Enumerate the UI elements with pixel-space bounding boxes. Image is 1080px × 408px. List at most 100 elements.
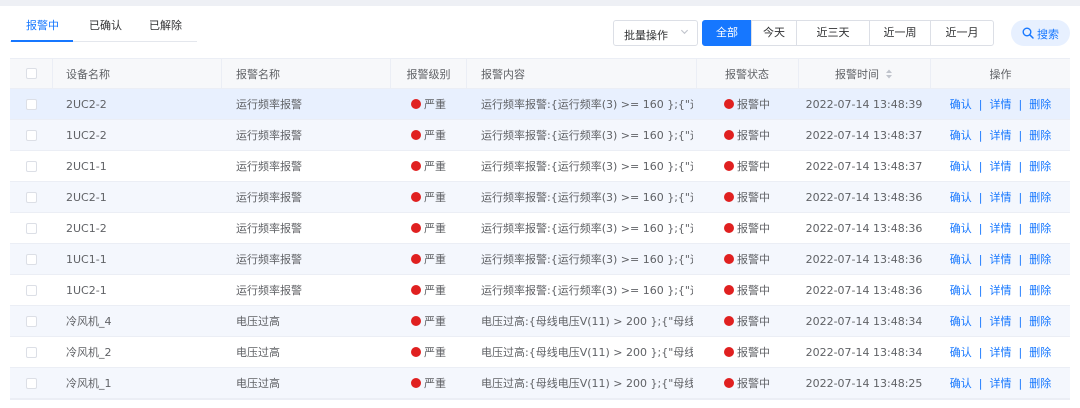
confirm-link[interactable]: 确认 [950,375,972,391]
delete-link[interactable]: 删除 [1029,220,1051,236]
table-row[interactable]: 冷风机_1 电压过高 严重 电压过高:{母线电压V(11) > 200 };{"… [10,368,1070,399]
delete-link[interactable]: 删除 [1029,96,1051,112]
action-separator: | [1018,159,1023,173]
device-name: 1UC1-1 [66,252,107,266]
detail-link[interactable]: 详情 [990,251,1012,267]
delete-link[interactable]: 删除 [1029,189,1051,205]
confirm-link[interactable]: 确认 [950,282,972,298]
device-name: 2UC2-1 [66,190,107,204]
tab-alarming[interactable]: 报警中 [26,17,59,33]
delete-link[interactable]: 删除 [1029,375,1051,391]
detail-link[interactable]: 详情 [990,96,1012,112]
action-separator: | [978,190,983,204]
sort-icon[interactable] [885,69,893,79]
row-checkbox[interactable] [26,377,37,389]
alarm-content: 运行频率报警:{运行频率(3) >= 160 };{"运... [481,222,693,235]
confirm-link[interactable]: 确认 [950,313,972,329]
table-row[interactable]: 1UC1-1 运行频率报警 严重 运行频率报警:{运行频率(3) >= 160 … [10,244,1070,275]
header-divider [221,59,222,89]
alarm-name: 电压过高 [236,377,280,390]
confirm-link[interactable]: 确认 [950,96,972,112]
tab-confirmed[interactable]: 已确认 [89,17,122,33]
alarm-level: 严重 [411,213,466,243]
delete-link[interactable]: 删除 [1029,282,1051,298]
red-dot-icon [411,285,421,295]
alarm-status-text: 报警中 [737,129,770,142]
row-checkbox[interactable] [26,98,37,110]
header-operations: 操作 [989,67,1012,81]
delete-link[interactable]: 删除 [1029,313,1051,329]
confirm-link[interactable]: 确认 [950,127,972,143]
device-name: 冷风机_1 [66,377,112,390]
alarm-status: 报警中 [697,275,797,305]
confirm-link[interactable]: 确认 [950,158,972,174]
delete-link[interactable]: 删除 [1029,251,1051,267]
table-row[interactable]: 1UC2-1 运行频率报警 严重 运行频率报警:{运行频率(3) >= 160 … [10,275,1070,306]
red-dot-icon [411,99,421,109]
action-separator: | [978,159,983,173]
alarm-status: 报警中 [697,244,797,274]
detail-link[interactable]: 详情 [990,127,1012,143]
search-label: 搜索 [1037,28,1059,41]
row-actions: 确认 | 详情 | 删除 [931,244,1070,274]
range-month-button[interactable]: 近一月 [930,20,994,46]
detail-link[interactable]: 详情 [990,282,1012,298]
range-all-button[interactable]: 全部 [702,20,752,46]
row-checkbox[interactable] [26,129,37,141]
confirm-link[interactable]: 确认 [950,220,972,236]
select-all-checkbox[interactable] [26,68,37,79]
row-actions: 确认 | 详情 | 删除 [931,213,1070,243]
action-separator: | [978,252,983,266]
delete-link[interactable]: 删除 [1029,158,1051,174]
detail-link[interactable]: 详情 [990,220,1012,236]
range-three-days-button[interactable]: 近三天 [796,20,870,46]
row-checkbox[interactable] [26,222,37,234]
red-dot-icon [411,378,421,388]
red-dot-icon [411,316,421,326]
detail-link[interactable]: 详情 [990,375,1012,391]
search-button[interactable]: 搜索 [1011,20,1070,46]
row-checkbox[interactable] [26,346,37,358]
alarm-content: 运行频率报警:{运行频率(3) >= 160 };{"运... [481,160,693,173]
range-today-button[interactable]: 今天 [751,20,797,46]
table-row[interactable]: 2UC2-1 运行频率报警 严重 运行频率报警:{运行频率(3) >= 160 … [10,182,1070,213]
confirm-link[interactable]: 确认 [950,189,972,205]
alarm-status-text: 报警中 [737,160,770,173]
detail-link[interactable]: 详情 [990,189,1012,205]
table-row[interactable]: 冷风机_2 电压过高 严重 电压过高:{母线电压V(11) > 200 };{"… [10,337,1070,368]
header-alarm-time-sortable[interactable]: 报警时间 [799,59,929,88]
detail-link[interactable]: 详情 [990,344,1012,360]
confirm-link[interactable]: 确认 [950,344,972,360]
delete-link[interactable]: 删除 [1029,344,1051,360]
row-checkbox[interactable] [26,253,37,265]
confirm-link[interactable]: 确认 [950,251,972,267]
row-select-cell [26,306,46,336]
batch-operation-dropdown[interactable]: 批量操作 [613,20,698,46]
row-checkbox[interactable] [26,191,37,203]
table-row[interactable]: 冷风机_4 电压过高 严重 电压过高:{母线电压V(11) > 200 };{"… [10,306,1070,337]
header-alarm-status: 报警状态 [725,67,769,81]
table-row[interactable]: 1UC2-2 运行频率报警 严重 运行频率报警:{运行频率(3) >= 160 … [10,120,1070,151]
header-alarm-time: 报警时间 [835,67,879,81]
row-actions: 确认 | 详情 | 删除 [931,306,1070,336]
alarm-content: 运行频率报警:{运行频率(3) >= 160 };{"运... [481,98,693,111]
tab-resolved[interactable]: 已解除 [149,17,182,33]
row-checkbox[interactable] [26,160,37,172]
row-actions: 确认 | 详情 | 删除 [931,182,1070,212]
header-alarm-level: 报警级别 [406,67,451,81]
alarm-content: 电压过高:{母线电压V(11) > 200 };{"母线... [481,315,693,328]
alarm-status-text: 报警中 [737,284,770,297]
delete-link[interactable]: 删除 [1029,127,1051,143]
detail-link[interactable]: 详情 [990,158,1012,174]
row-checkbox[interactable] [26,284,37,296]
red-dot-icon [724,285,734,295]
range-week-button[interactable]: 近一周 [869,20,931,46]
detail-link[interactable]: 详情 [990,313,1012,329]
table-row[interactable]: 2UC1-1 运行频率报警 严重 运行频率报警:{运行频率(3) >= 160 … [10,151,1070,182]
red-dot-icon [411,223,421,233]
alarm-status: 报警中 [697,182,797,212]
table-row[interactable]: 2UC1-2 运行频率报警 严重 运行频率报警:{运行频率(3) >= 160 … [10,213,1070,244]
row-checkbox[interactable] [26,315,37,327]
table-row[interactable]: 2UC2-2 运行频率报警 严重 运行频率报警:{运行频率(3) >= 160 … [10,89,1070,120]
red-dot-icon [724,254,734,264]
